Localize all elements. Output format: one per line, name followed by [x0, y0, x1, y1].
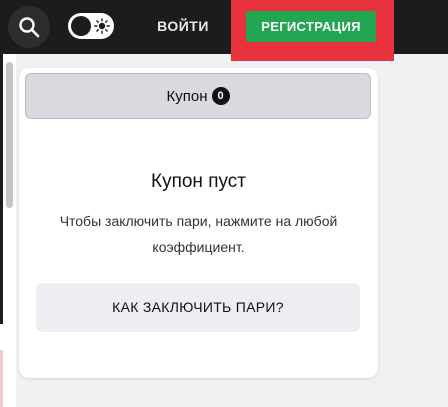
empty-coupon-text: Чтобы заключить пари, нажмите на любой к… [59, 213, 338, 255]
left-edge-accent [0, 350, 3, 407]
login-button[interactable]: ВОЙТИ [150, 14, 216, 38]
coupon-tab[interactable]: Купон 0 [25, 73, 371, 119]
sun-icon [94, 18, 110, 34]
scrollbar-thumb[interactable] [6, 62, 13, 208]
search-icon [19, 17, 40, 38]
empty-coupon-title: Купон пуст [151, 171, 246, 192]
coupon-panel: Купон 0 Купон пуст Чтобы заключить пари,… [19, 68, 378, 378]
how-to-bet-button[interactable]: КАК ЗАКЛЮЧИТЬ ПАРИ? [36, 283, 360, 332]
coupon-count-badge: 0 [211, 87, 230, 105]
coupon-tab-label: Купон [166, 87, 208, 105]
register-button[interactable]: РЕГИСТРАЦИЯ [246, 11, 376, 42]
toggle-knob [71, 16, 91, 36]
theme-toggle[interactable] [68, 13, 114, 39]
left-edge-dark [0, 54, 3, 324]
search-button[interactable] [8, 6, 50, 48]
